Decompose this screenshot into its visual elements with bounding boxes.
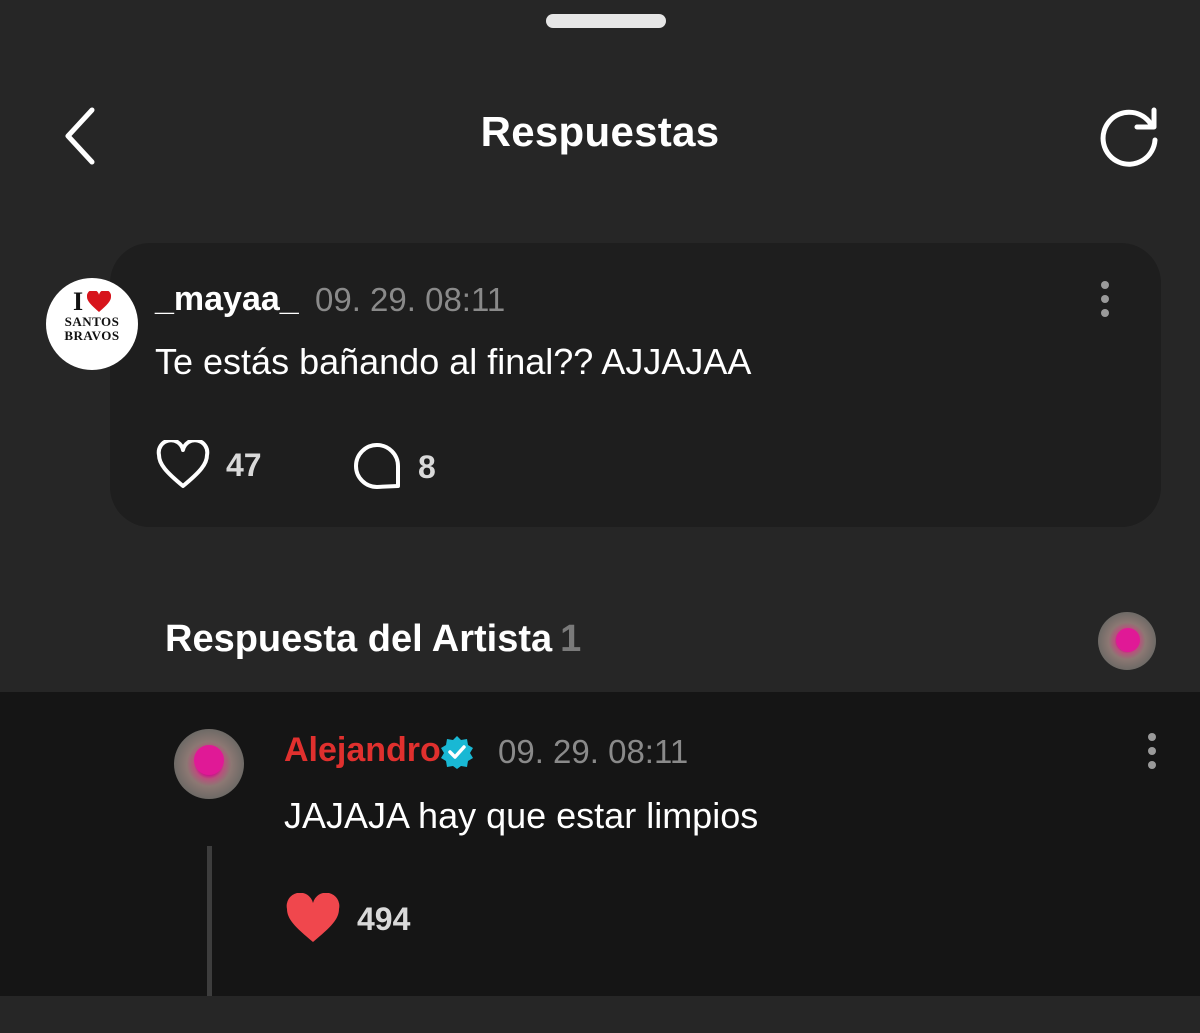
like-count: 47 <box>226 446 262 483</box>
heart-outline-icon <box>156 440 210 488</box>
more-icon-dot <box>1101 281 1109 289</box>
artist-avatar[interactable] <box>174 729 244 799</box>
thread-line <box>207 846 212 996</box>
refresh-button[interactable] <box>1094 104 1164 168</box>
section-title-text: Respuesta del Artista <box>165 618 553 660</box>
replies-screen: Respuestas I SANTOS BRAVOS _mayaa_ 09. 2… <box>0 0 1200 1033</box>
comment-more-button[interactable] <box>1090 281 1120 325</box>
reply-like-count: 494 <box>357 900 411 937</box>
more-icon-dot <box>1148 761 1156 769</box>
refresh-icon <box>1100 107 1158 167</box>
section-count: 1 <box>560 618 582 660</box>
page-title: Respuestas <box>480 108 720 155</box>
more-icon-dot <box>1101 309 1109 317</box>
bottom-bar <box>0 996 1200 1033</box>
reply-more-button[interactable] <box>1137 733 1167 777</box>
comment-username[interactable]: _mayaa_ <box>155 280 299 319</box>
verified-badge-icon <box>441 736 473 769</box>
comment-like-button[interactable]: 47 <box>156 440 262 490</box>
comment-timestamp: 09. 29. 08:11 <box>315 281 506 318</box>
avatar[interactable]: I SANTOS BRAVOS <box>46 278 138 370</box>
artist-reply-section-title: Respuesta del Artista 1 <box>165 618 581 661</box>
comment-reply-button[interactable]: 8 <box>352 442 436 492</box>
reply-count: 8 <box>418 448 436 485</box>
more-icon-dot <box>1148 733 1156 741</box>
heart-icon <box>87 291 112 312</box>
reply-like-button[interactable]: 494 <box>285 893 410 945</box>
artist-avatar-small[interactable] <box>1098 612 1156 670</box>
sheet-drag-handle[interactable] <box>546 14 666 28</box>
reply-username[interactable]: Alejandro <box>284 731 441 770</box>
heart-filled-icon <box>286 893 340 942</box>
avatar-letter: I <box>72 287 84 316</box>
reply-text: JAJAJA hay que estar limpios <box>284 795 759 836</box>
avatar-line-santos: SANTOS <box>64 314 120 329</box>
header: Respuestas <box>0 90 1200 180</box>
speech-bubble-icon <box>354 443 400 489</box>
reply-timestamp: 09. 29. 08:11 <box>498 733 689 770</box>
flower-icon <box>194 745 224 775</box>
comment-text: Te estás bañando al final?? AJJAJAA <box>155 341 752 382</box>
flower-icon <box>1116 628 1140 652</box>
avatar-line-bravos: BRAVOS <box>64 328 120 343</box>
more-icon-dot <box>1101 295 1109 303</box>
more-icon-dot <box>1148 747 1156 755</box>
